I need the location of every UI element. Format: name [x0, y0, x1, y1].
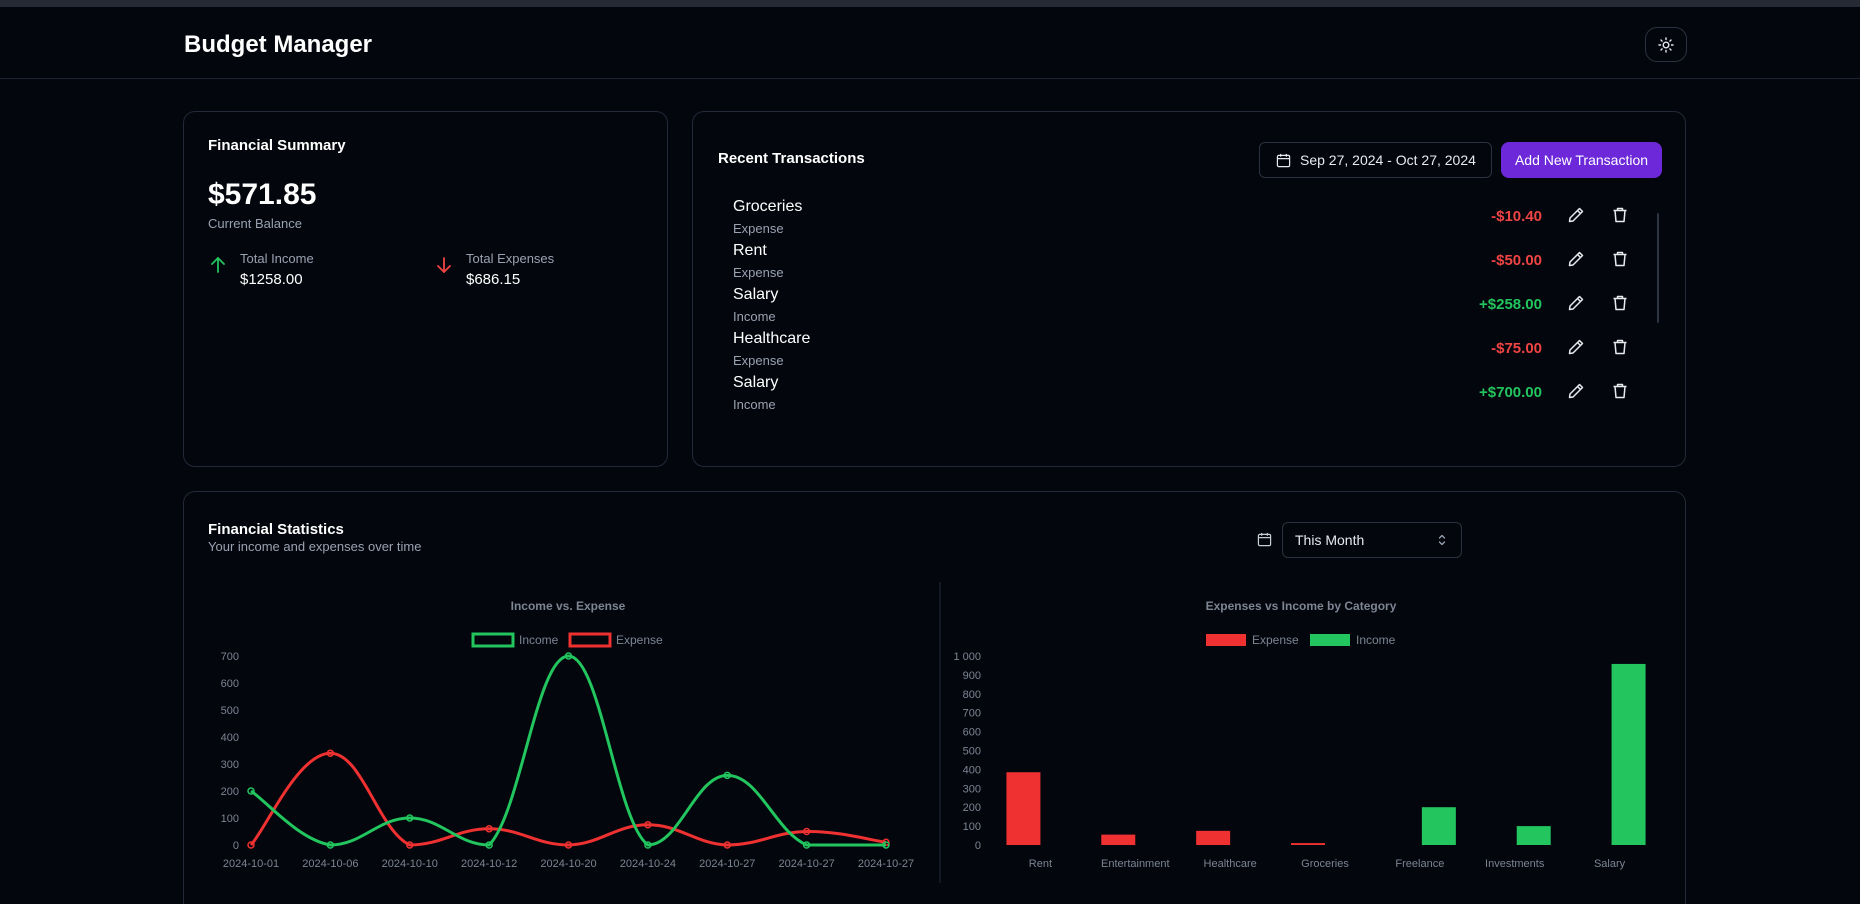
transaction-type: Income — [733, 397, 776, 412]
arrow-up-icon — [211, 257, 225, 273]
financial-statistics-card: Financial Statistics Your income and exp… — [183, 491, 1686, 904]
financial-statistics-subtitle: Your income and expenses over time — [208, 539, 422, 554]
total-income-value: $1258.00 — [240, 271, 303, 288]
transaction-category: Groceries — [733, 198, 803, 215]
transaction-row: Salary Income +$700.00 — [733, 374, 1676, 418]
total-income-stat: Total Income $1258.00 — [208, 251, 314, 288]
app-header: Budget Manager — [0, 7, 1860, 79]
transaction-amount: -$75.00 — [1491, 340, 1542, 357]
financial-summary-card: Financial Summary $571.85 Current Balanc… — [183, 111, 668, 467]
trash-icon[interactable] — [1611, 382, 1629, 400]
edit-icon[interactable] — [1567, 294, 1585, 312]
financial-statistics-title: Financial Statistics — [208, 521, 344, 538]
transaction-type: Expense — [733, 265, 784, 280]
edit-icon[interactable] — [1567, 206, 1585, 224]
window-top-strip — [0, 0, 1860, 7]
transaction-type: Expense — [733, 353, 784, 368]
transaction-amount: +$700.00 — [1479, 384, 1542, 401]
add-transaction-button[interactable]: Add New Transaction — [1501, 142, 1662, 178]
period-select-value: This Month — [1295, 532, 1365, 548]
total-income-label: Total Income — [240, 251, 314, 266]
transaction-amount: -$50.00 — [1491, 252, 1542, 269]
chevron-up-down-icon — [1438, 534, 1446, 546]
transaction-row: Salary Income +$258.00 — [733, 286, 1676, 330]
current-balance-value: $571.85 — [208, 178, 317, 211]
total-expenses-label: Total Expenses — [466, 251, 555, 266]
recent-transactions-title: Recent Transactions — [718, 150, 865, 167]
transactions-scrollbar[interactable] — [1657, 213, 1659, 323]
recent-transactions-card: Recent Transactions Sep 27, 2024 - Oct 2… — [692, 111, 1686, 467]
transaction-row: Healthcare Expense -$75.00 — [733, 330, 1676, 374]
trash-icon[interactable] — [1611, 338, 1629, 356]
edit-icon[interactable] — [1567, 338, 1585, 356]
transaction-row: Groceries Expense -$10.40 — [733, 198, 1676, 242]
trash-icon[interactable] — [1611, 294, 1629, 312]
total-expenses-value: $686.15 — [466, 271, 521, 288]
date-range-picker[interactable]: Sep 27, 2024 - Oct 27, 2024 — [1259, 142, 1492, 178]
transaction-amount: -$10.40 — [1491, 208, 1542, 225]
period-select[interactable]: This Month — [1282, 522, 1462, 558]
transaction-type: Income — [733, 309, 776, 324]
financial-summary-title: Financial Summary — [208, 137, 346, 154]
transaction-amount: +$258.00 — [1479, 296, 1542, 313]
transaction-category: Healthcare — [733, 330, 811, 347]
current-balance-label: Current Balance — [208, 216, 302, 231]
transaction-category: Rent — [733, 242, 767, 259]
trash-icon[interactable] — [1611, 250, 1629, 268]
sun-icon — [1658, 36, 1674, 53]
transaction-category: Salary — [733, 286, 779, 303]
transaction-type: Expense — [733, 221, 784, 236]
calendar-icon — [1257, 532, 1272, 547]
theme-toggle-button[interactable] — [1645, 27, 1687, 62]
edit-icon[interactable] — [1567, 250, 1585, 268]
trash-icon[interactable] — [1611, 206, 1629, 224]
transaction-row: Rent Expense -$50.00 — [733, 242, 1676, 286]
calendar-icon — [1276, 153, 1291, 167]
app-title: Budget Manager — [184, 31, 373, 58]
transaction-category: Salary — [733, 374, 779, 391]
arrow-down-icon — [437, 257, 451, 273]
date-range-text: Sep 27, 2024 - Oct 27, 2024 — [1300, 152, 1476, 168]
transactions-list[interactable]: Groceries Expense -$10.40 Rent Expense -… — [733, 198, 1676, 418]
edit-icon[interactable] — [1567, 382, 1585, 400]
total-expenses-stat: Total Expenses $686.15 — [434, 251, 554, 288]
